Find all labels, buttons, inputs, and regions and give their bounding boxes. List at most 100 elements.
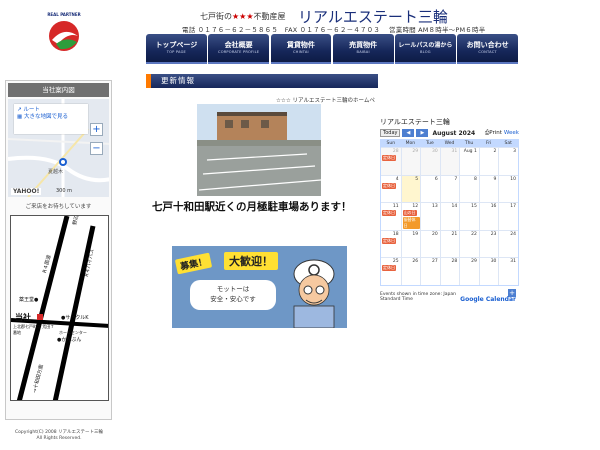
nav-profile[interactable]: 会社概要 CORPORATE PROFILE <box>208 34 269 64</box>
parking-headline[interactable]: 七戸十和田駅近くの月極駐車場あります！ <box>152 199 352 214</box>
calendar-event[interactable]: 定休日 <box>382 265 396 271</box>
calendar-day[interactable]: 30 <box>420 148 440 175</box>
weekday-5: Fri <box>485 141 492 146</box>
calendar-day[interactable]: 29 <box>400 148 421 175</box>
day-number: 20 <box>431 231 438 237</box>
calendar-day[interactable]: 11 定休日 <box>381 203 401 230</box>
calendar-week-tab[interactable]: Week <box>504 130 519 136</box>
map-route-link[interactable]: ↗ ルート <box>17 107 85 114</box>
calendar-day[interactable]: 28 定休日 <box>381 148 401 175</box>
calendar-day[interactable]: 8 <box>459 175 479 202</box>
calendar-day[interactable]: 28 <box>439 258 460 285</box>
zoom-in-button[interactable]: + <box>90 123 103 136</box>
sketch-kanbun: ●かんぶん <box>57 337 82 343</box>
calendar-day[interactable]: 16 <box>478 203 499 230</box>
calendar-day[interactable]: 23 <box>478 230 499 257</box>
map-large-link[interactable]: ▦ 大きな地図で見る <box>17 114 85 121</box>
calendar-day[interactable]: 15 <box>459 203 479 230</box>
calendar-day[interactable]: 12 山の日 振替休日 <box>400 203 421 230</box>
day-number: 31 <box>510 259 516 264</box>
calendar-day[interactable]: 22 <box>459 230 479 257</box>
nav-contact[interactable]: お問い合わせ CONTACT <box>457 34 518 64</box>
day-number: 10 <box>510 176 516 182</box>
nav-chintai[interactable]: 賃貸物件 CHINTAI <box>270 34 332 64</box>
calendar-day[interactable]: 14 <box>439 203 460 230</box>
day-number: 21 <box>451 231 458 237</box>
sidebar-note: ご来店をお待ちしています <box>25 204 92 210</box>
calendar-prev-button[interactable]: ◀ <box>402 129 415 137</box>
sketch-roads <box>11 216 108 400</box>
calendar-day[interactable]: 17 <box>498 203 518 230</box>
nav-top[interactable]: トップページ TOP PAGE <box>146 34 207 64</box>
calendar-event[interactable]: 振替休日 <box>402 217 421 229</box>
motto-bubble: モットーは 安全・安心です <box>190 280 276 310</box>
sketch-yakuodo: 薬王堂● <box>19 297 39 303</box>
contact-info: 電話 ０１７６－６２－５８６５ FAX ０１７６－６２－４７０３ 営業時間 AM… <box>182 26 486 34</box>
google-calendar-logo[interactable]: Google Calendar <box>460 297 516 303</box>
main-nav: トップページ TOP PAGE 会社概要 CORPORATE PROFILE 賃貸物… <box>146 34 518 64</box>
calendar-day[interactable]: 25 定休日 <box>381 258 401 285</box>
day-number: 30 <box>490 259 497 264</box>
map-overlay[interactable]: ↗ ルート ▦ 大きな地図で見る <box>14 104 88 134</box>
calendar-day[interactable]: 27 <box>420 258 440 285</box>
weekday-0: Sun <box>386 141 396 146</box>
parking-lot-photo[interactable] <box>197 104 321 196</box>
sketch-circlek: ●サークルK <box>61 315 89 321</box>
calendar-day[interactable]: 5 <box>400 175 421 202</box>
day-number: Aug 1 <box>463 149 477 154</box>
calendar-day[interactable]: 18 定休日 <box>381 231 401 258</box>
calendar-day[interactable]: 20 <box>420 230 440 257</box>
calendar-day[interactable]: 24 <box>498 230 518 257</box>
nav-blog[interactable]: レールパスの湯から BLOG <box>395 34 456 64</box>
calendar-day[interactable]: 10 <box>498 175 518 202</box>
calendar-day[interactable]: 30 <box>478 258 499 285</box>
calendar-day[interactable]: 19 <box>400 230 421 257</box>
calendar-day[interactable]: 29 <box>459 258 479 285</box>
day-number: 29 <box>412 149 419 154</box>
calendar-day[interactable]: 31 <box>498 258 518 285</box>
day-number: 5 <box>415 176 419 182</box>
calendar-day[interactable]: 9 <box>478 175 499 202</box>
calendar-day[interactable]: 26 <box>400 258 421 285</box>
calendar-day[interactable]: 4 定休日 <box>381 176 401 203</box>
recruit-badge: 募集！ <box>174 252 213 275</box>
calendar-toolbar: Today ◀ ▶ August 2024 ⎙Print Week <box>380 128 519 138</box>
calendar-day[interactable]: 6 <box>420 175 440 202</box>
nav-baibai[interactable]: 売買物件 BAIBAI <box>332 34 394 64</box>
calendar-event[interactable]: 定休日 <box>382 210 396 216</box>
location-map[interactable]: ↗ ルート ▦ 大きな地図で見る + − 夏越木 YAHOO! 300 m <box>8 99 109 197</box>
calendar-event[interactable]: 定休日 <box>382 237 396 244</box>
calendar-day[interactable]: 21 <box>439 230 460 257</box>
calendar-day[interactable]: 7 <box>439 175 460 202</box>
day-number: 19 <box>412 231 419 237</box>
calendar-next-button[interactable]: ▶ <box>416 129 429 137</box>
calendar-week-row: 28 定休日 29 30 31 Aug 1 2 3 <box>381 147 518 175</box>
calendar-body: 28 定休日 29 30 31 Aug 1 2 3 4 定休日 5 6 7 8 9 10 11 定休日 12 山の日振… <box>381 147 518 285</box>
calendar-day[interactable]: Aug 1 <box>459 148 479 175</box>
calendar-event[interactable]: 山の日 <box>402 210 417 216</box>
calendar-print-button[interactable]: ⎙Print <box>485 130 502 137</box>
recruit-banner[interactable]: 募集！ 大歓迎！ モットーは 安全・安心です <box>172 246 347 328</box>
calendar-grid: Sun Mon Tue Wed Thu Fri Sat 28 定休日 29 30 31 Aug 123… <box>380 139 519 286</box>
map-brand-logo[interactable]: YAHOO! <box>11 188 42 195</box>
calendar-title: リアルエステート三輪 <box>380 118 450 126</box>
calendar-day[interactable]: 31 <box>439 148 460 175</box>
calendar-day[interactable]: 13 <box>420 203 440 230</box>
company-logo[interactable]: REAL PARTNER <box>44 10 84 54</box>
calendar-event[interactable]: 定休日 <box>382 182 396 189</box>
calendar-event[interactable]: 定休日 <box>382 155 396 161</box>
calendar-footer: Events shown in time zone: Japan Standar… <box>380 289 519 304</box>
day-number: 8 <box>473 176 477 182</box>
calendar-today-button[interactable]: Today <box>380 129 401 137</box>
calendar-month[interactable]: August 2024 <box>432 130 475 137</box>
route-sketch-map: 野辺地街道→ R４国道 R４バイパス 薬王堂● 当社 ●サークルK 上北郡七戸町… <box>10 215 109 401</box>
logo-text: REAL PARTNER <box>47 12 80 17</box>
calendar-day[interactable]: 3 <box>498 148 518 175</box>
day-number: 30 <box>431 149 438 154</box>
day-number: 28 <box>392 149 399 154</box>
day-number: 18 <box>392 231 399 237</box>
calendar-day[interactable]: 2 <box>478 148 499 175</box>
day-number: 31 <box>451 149 458 154</box>
day-number: 14 <box>451 204 458 209</box>
zoom-out-button[interactable]: − <box>90 142 103 155</box>
